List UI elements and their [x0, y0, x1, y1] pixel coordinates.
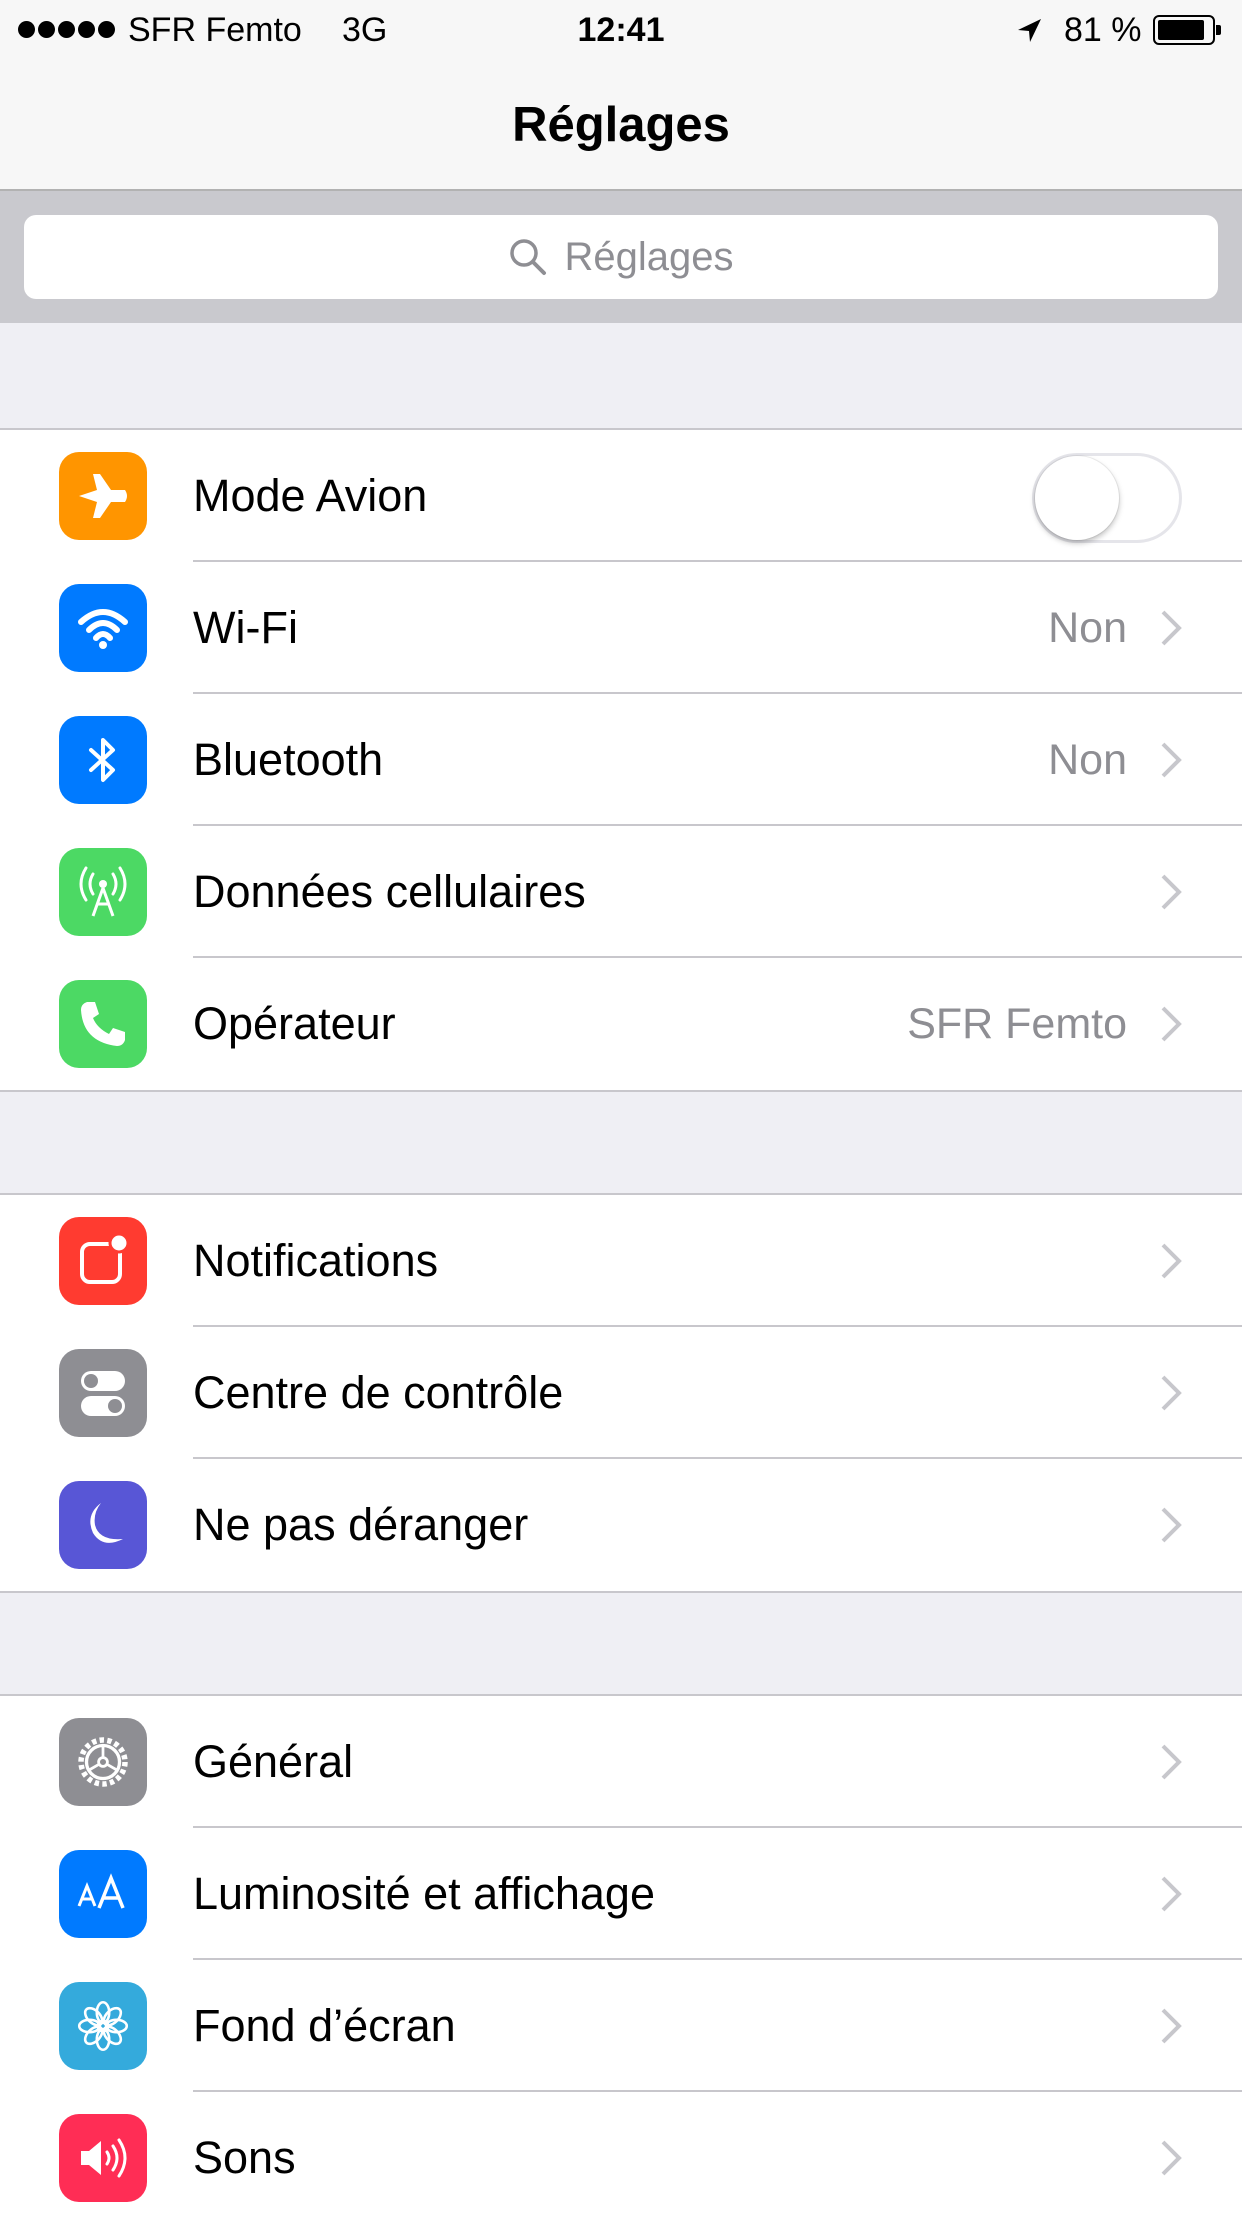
row-value: SFR Femto	[907, 1000, 1127, 1048]
row-label: Bluetooth	[193, 734, 384, 785]
gear-icon	[59, 1718, 147, 1806]
phone-icon	[59, 980, 147, 1068]
cellular-antenna-icon	[59, 848, 147, 936]
settings-row-ne-pas-deranger[interactable]: Ne pas déranger	[0, 1459, 1242, 1591]
settings-row-mode-avion[interactable]: Mode Avion	[0, 430, 1242, 562]
row-label: Centre de contrôle	[193, 1367, 564, 1418]
display-text-size-icon	[59, 1850, 147, 1938]
row-label: Ne pas déranger	[193, 1499, 529, 1550]
bluetooth-icon	[59, 716, 147, 804]
settings-row-fond-d-ecran[interactable]: Fond d’écran	[0, 1960, 1242, 2092]
chevron-right-icon	[1161, 1375, 1182, 1411]
mode-avion-toggle[interactable]	[1032, 453, 1182, 543]
chevron-right-icon	[1161, 1744, 1182, 1780]
row-label: Luminosité et affichage	[193, 1868, 655, 1919]
settings-row-donnees-cellulaires[interactable]: Données cellulaires	[0, 826, 1242, 958]
airplane-icon	[59, 452, 147, 540]
settings-row-sons[interactable]: Sons	[0, 2092, 1242, 2224]
search-icon	[510, 239, 547, 275]
chevron-right-icon	[1161, 742, 1182, 778]
top-bar: SFR Femto 3G 12:41 81 % Réglages	[0, 0, 1242, 191]
control-center-icon	[59, 1349, 147, 1437]
chevron-right-icon	[1161, 610, 1182, 646]
row-label: Général	[193, 1736, 354, 1787]
row-label: Sons	[193, 2132, 296, 2183]
battery-percent: 81 %	[1064, 11, 1142, 49]
clock: 12:41	[577, 11, 665, 49]
settings-group-general: Général Luminosité et affichage Fond d’é…	[0, 1694, 1242, 2224]
row-label: Mode Avion	[193, 470, 428, 521]
settings-row-luminosite-et-affichage[interactable]: Luminosité et affichage	[0, 1828, 1242, 1960]
row-value: Non	[1048, 736, 1127, 784]
search-bar: Réglages	[0, 191, 1242, 323]
chevron-right-icon	[1161, 2140, 1182, 2176]
row-value: Non	[1048, 604, 1127, 652]
page-title: Réglages	[512, 98, 730, 152]
chevron-right-icon	[1161, 1243, 1182, 1279]
settings-row-notifications[interactable]: Notifications	[0, 1195, 1242, 1327]
notifications-icon	[59, 1217, 147, 1305]
row-label: Notifications	[193, 1235, 439, 1286]
chevron-right-icon	[1161, 2008, 1182, 2044]
row-label: Données cellulaires	[193, 866, 586, 917]
row-label: Wi-Fi	[193, 602, 298, 653]
settings-row-bluetooth[interactable]: Bluetooth Non	[0, 694, 1242, 826]
settings-row-general[interactable]: Général	[0, 1696, 1242, 1828]
chevron-right-icon	[1161, 874, 1182, 910]
location-arrow-icon	[1018, 19, 1041, 42]
search-placeholder: Réglages	[564, 234, 734, 279]
chevron-right-icon	[1161, 1876, 1182, 1912]
row-label: Fond d’écran	[193, 2000, 456, 2051]
speaker-icon	[59, 2114, 147, 2202]
battery-icon	[1153, 15, 1221, 45]
moon-icon	[59, 1481, 147, 1569]
settings-group-notifications: Notifications Centre de contrôle Ne pas …	[0, 1193, 1242, 1593]
settings-row-centre-de-controle[interactable]: Centre de contrôle	[0, 1327, 1242, 1459]
wallpaper-flower-icon	[59, 1982, 147, 2070]
status-bar: SFR Femto 3G 12:41 81 %	[0, 0, 1242, 60]
settings-row-wifi[interactable]: Wi-Fi Non	[0, 562, 1242, 694]
settings-group-connectivity: Mode Avion Wi-Fi Non Bluetooth Non Donné…	[0, 428, 1242, 1092]
chevron-right-icon	[1161, 1507, 1182, 1543]
row-label: Opérateur	[193, 998, 396, 1049]
wifi-icon	[59, 584, 147, 672]
chevron-right-icon	[1161, 1006, 1182, 1042]
search-input[interactable]: Réglages	[24, 215, 1218, 299]
settings-row-operateur[interactable]: Opérateur SFR Femto	[0, 958, 1242, 1090]
